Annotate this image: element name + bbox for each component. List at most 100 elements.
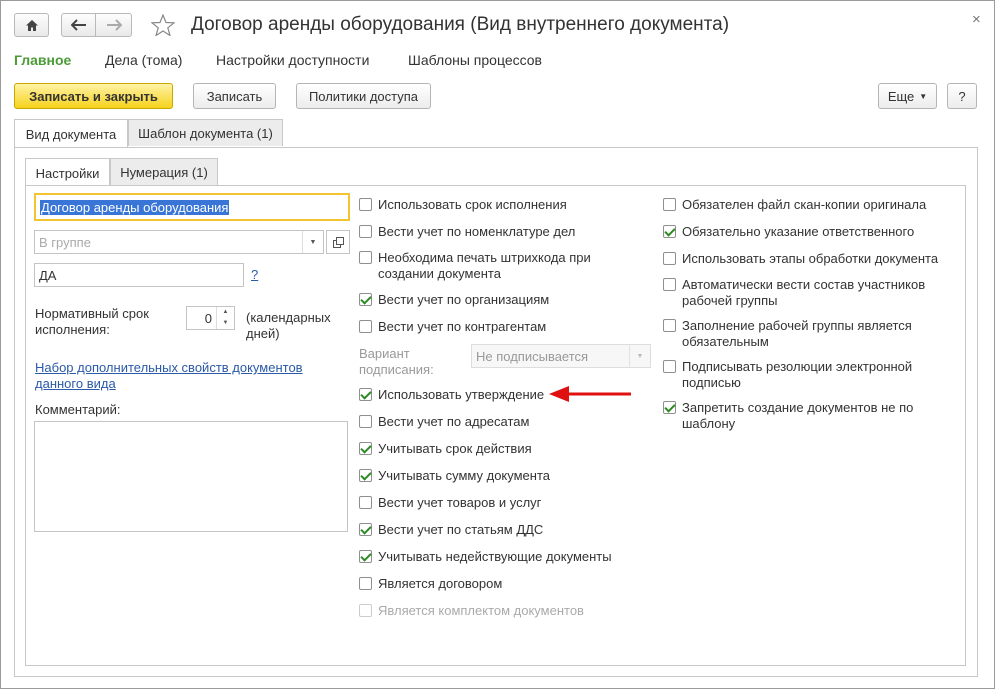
checkbox[interactable] (663, 225, 676, 238)
check-validity-period[interactable]: Учитывать срок действия (359, 441, 532, 457)
dropdown-icon[interactable]: ▼ (302, 231, 323, 253)
check-by-counterparties[interactable]: Вести учет по контрагентам (359, 319, 546, 335)
check-use-approval[interactable]: Использовать утверждение (359, 387, 544, 403)
window-title: Договор аренды оборудования (Вид внутрен… (191, 14, 730, 35)
check-label: Учитывать недействующие документы (378, 549, 612, 564)
check-label: Использовать срок исполнения (378, 197, 567, 212)
additional-properties-link[interactable]: Набор дополнительных свойств документов … (35, 360, 325, 392)
close-icon[interactable]: × (972, 11, 981, 28)
check-document-amount[interactable]: Учитывать сумму документа (359, 468, 550, 484)
open-group-button[interactable] (326, 230, 350, 254)
check-label: Необходима печать штрихкода при создании… (378, 250, 591, 281)
menu-main[interactable]: Главное (14, 52, 71, 68)
check-by-addressees[interactable]: Вести учет по адресатам (359, 414, 529, 430)
checkbox[interactable] (359, 251, 372, 264)
document-window: Договор аренды оборудования (Вид внутрен… (0, 0, 995, 689)
comment-textarea[interactable] (34, 421, 348, 532)
tab-document-template[interactable]: Шаблон документа (1) (128, 119, 283, 146)
check-by-organizations[interactable]: Вести учет по организациям (359, 292, 549, 308)
forward-arrow-icon (106, 19, 122, 31)
tab-numbering[interactable]: Нумерация (1) (110, 158, 218, 185)
checkbox[interactable] (359, 442, 372, 455)
check-cashflow-items[interactable]: Вести учет по статьям ДДС (359, 522, 543, 538)
comment-label: Комментарий: (35, 402, 121, 417)
check-label: Вести учет товаров и услуг (378, 495, 542, 510)
checkbox[interactable] (359, 415, 372, 428)
checkbox[interactable] (359, 198, 372, 211)
group-select[interactable]: В группе ▼ (34, 230, 324, 254)
checkbox[interactable] (663, 319, 676, 332)
checkbox[interactable] (359, 293, 372, 306)
checkbox[interactable] (359, 225, 372, 238)
check-label: Подписывать резолюции электронной подпис… (682, 359, 913, 390)
check-case-nomenclature[interactable]: Вести учет по номенклатуре дел (359, 224, 575, 240)
check-processing-stages[interactable]: Использовать этапы обработки документа (663, 251, 938, 267)
check-goods-services[interactable]: Вести учет товаров и услуг (359, 495, 541, 511)
check-label: Вести учет по организациям (378, 292, 550, 307)
checkbox[interactable] (359, 523, 372, 536)
access-policies-button[interactable]: Политики доступа (296, 83, 431, 109)
back-button[interactable] (61, 13, 96, 37)
annotation-arrow-icon (549, 386, 631, 402)
home-button[interactable] (14, 13, 49, 37)
checkbox[interactable] (663, 360, 676, 373)
tab-document-kind[interactable]: Вид документа (14, 119, 128, 148)
checkbox[interactable] (359, 550, 372, 563)
check-label: Автоматически вести состав участников ра… (682, 277, 926, 308)
check-use-deadline[interactable]: Использовать срок исполнения (359, 197, 567, 213)
check-responsible-required[interactable]: Обязательно указание ответственного (663, 224, 914, 240)
check-barcode-print[interactable]: Необходима печать штрихкода при создании… (359, 250, 629, 282)
check-is-contract[interactable]: Является договором (359, 576, 502, 592)
code-input[interactable]: ДА (34, 263, 244, 287)
check-label: Использовать утверждение (378, 387, 545, 402)
star-icon (150, 13, 176, 37)
stepper-arrows-icon[interactable]: ▲ ▼ (216, 307, 234, 329)
deadline-unit: (календарных дней) (246, 310, 331, 341)
more-button[interactable]: Еще ▼ (878, 83, 937, 109)
check-label: Заполнение рабочей группы является обяза… (682, 318, 912, 349)
check-label: Является комплектом документов (378, 603, 584, 618)
check-label: Вести учет по адресатам (378, 414, 530, 429)
check-workgroup-mandatory[interactable]: Заполнение рабочей группы является обяза… (663, 318, 923, 350)
tab-settings[interactable]: Настройки (25, 158, 110, 187)
check-sign-resolutions[interactable]: Подписывать резолюции электронной подпис… (663, 359, 923, 391)
back-arrow-icon (70, 19, 86, 31)
check-auto-workgroup[interactable]: Автоматически вести состав участников ра… (663, 277, 933, 309)
checkbox[interactable] (663, 198, 676, 211)
check-label: Является договором (378, 576, 503, 591)
save-button[interactable]: Записать (193, 83, 276, 109)
name-input-value: Договор аренды оборудования (40, 199, 230, 215)
group-select-placeholder: В группе (39, 234, 91, 250)
check-label: Вести учет по номенклатуре дел (378, 224, 576, 239)
favorite-button[interactable] (150, 13, 176, 39)
open-icon (332, 236, 344, 248)
check-scan-copy-required[interactable]: Обязателен файл скан-копии оригинала (663, 197, 926, 213)
checkbox[interactable] (359, 320, 372, 333)
signing-value: Не подписывается (476, 348, 589, 364)
deadline-value: 0 (204, 311, 212, 326)
checkbox[interactable] (359, 496, 372, 509)
help-button[interactable]: ? (947, 83, 977, 109)
menu-cases[interactable]: Дела (тома) (105, 52, 182, 68)
dropdown-icon: ▼ (629, 345, 650, 367)
save-and-close-button[interactable]: Записать и закрыть (14, 83, 173, 109)
home-icon (25, 19, 38, 31)
deadline-label: Нормативный срок исполнения: (35, 306, 149, 337)
checkbox[interactable] (663, 252, 676, 265)
menu-availability[interactable]: Настройки доступности (216, 52, 369, 68)
name-input[interactable]: Договор аренды оборудования (34, 193, 350, 221)
check-is-document-set: Является комплектом документов (359, 603, 584, 619)
deadline-stepper[interactable]: 0 ▲ ▼ (186, 306, 235, 330)
checkbox[interactable] (359, 388, 372, 401)
check-template-only[interactable]: Запретить создание документов не по шабл… (663, 400, 923, 432)
more-button-label: Еще (887, 88, 915, 104)
check-label: Обязателен файл скан-копии оригинала (682, 197, 927, 212)
menu-process-templates[interactable]: Шаблоны процессов (408, 52, 542, 68)
checkbox[interactable] (359, 577, 372, 590)
checkbox[interactable] (663, 278, 676, 291)
forward-button[interactable] (95, 13, 132, 37)
check-inactive-documents[interactable]: Учитывать недействующие документы (359, 549, 612, 565)
code-help-link[interactable]: ? (251, 267, 258, 283)
checkbox[interactable] (359, 469, 372, 482)
checkbox[interactable] (663, 401, 676, 414)
